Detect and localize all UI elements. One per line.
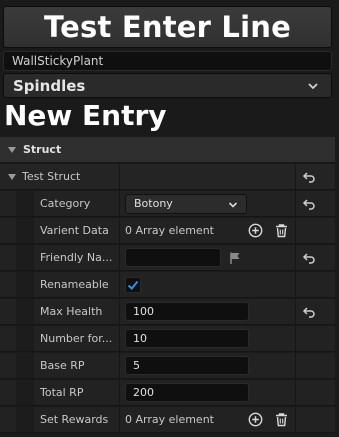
column-divider [295, 326, 296, 351]
indent-gutter [16, 245, 34, 270]
column-divider [295, 218, 296, 243]
property-label: Friendly Na... [40, 251, 113, 264]
column-divider [119, 245, 120, 270]
add-circle-icon[interactable] [248, 412, 263, 427]
reset-arrow-icon[interactable] [302, 170, 316, 184]
property-label: Total RP [40, 386, 84, 399]
property-label: Max Health [40, 305, 103, 318]
property-row-category: Category Botony [0, 191, 335, 217]
property-row-base-rp: Base RP 5 [0, 353, 335, 379]
column-divider [119, 272, 120, 297]
indent-gutter [16, 299, 34, 324]
property-row-max-health: Max Health 100 [0, 299, 335, 325]
add-circle-icon[interactable] [248, 223, 263, 238]
indent-gutter [16, 380, 34, 405]
column-divider [295, 164, 296, 189]
title-button[interactable]: Test Enter Line [3, 6, 332, 48]
array-count-text: 0 Array element [125, 413, 214, 426]
reset-arrow-icon[interactable] [302, 305, 316, 319]
indent-gutter [16, 407, 34, 432]
name-input[interactable]: WallStickyPlant [3, 51, 332, 71]
column-divider [119, 353, 120, 378]
property-row-total-rp: Total RP 200 [0, 380, 335, 406]
column-divider [295, 353, 296, 378]
column-divider [119, 380, 120, 405]
trash-icon[interactable] [274, 412, 289, 427]
type-combo-box[interactable]: Spindles [3, 73, 332, 98]
property-label: Number for... [40, 332, 113, 345]
section-label: Struct [23, 143, 62, 156]
details-panel: Struct Test Struct Category Botony Varie… [0, 137, 339, 437]
reset-arrow-icon[interactable] [302, 251, 316, 265]
struct-group-row[interactable]: Test Struct [0, 164, 335, 190]
combo-selected-label: Spindles [13, 76, 86, 95]
property-row-set-rewards: Set Rewards 0 Array element [0, 407, 335, 433]
indent-gutter [16, 272, 34, 297]
property-row-friendly-name: Friendly Na... [0, 245, 335, 271]
trash-icon[interactable] [274, 223, 289, 238]
page-heading: New Entry [4, 99, 167, 132]
flag-icon[interactable] [228, 251, 242, 265]
column-divider [295, 407, 296, 432]
category-dropdown[interactable]: Botony [125, 194, 247, 214]
number-for-input[interactable]: 10 [125, 329, 249, 348]
total-rp-input[interactable]: 200 [125, 383, 249, 402]
column-divider [295, 191, 296, 216]
checkmark-icon [127, 280, 139, 290]
section-header-struct[interactable]: Struct [0, 137, 335, 163]
property-row-varient-data: Varient Data 0 Array element [0, 218, 335, 244]
chevron-down-icon [308, 83, 318, 90]
column-divider [119, 218, 120, 243]
property-row-number-for: Number for... 10 [0, 326, 335, 352]
column-divider [295, 299, 296, 324]
renameable-checkbox[interactable] [125, 277, 141, 293]
property-label: Varient Data [40, 224, 109, 237]
max-health-input[interactable]: 100 [125, 302, 249, 321]
collapse-triangle-icon[interactable] [8, 174, 16, 180]
indent-gutter [16, 353, 34, 378]
dropdown-selected-label: Botony [134, 197, 173, 210]
column-divider [295, 272, 296, 297]
friendly-name-input[interactable] [125, 248, 221, 267]
property-label: Set Rewards [40, 413, 109, 426]
reset-arrow-icon[interactable] [302, 197, 316, 211]
indent-gutter [16, 218, 34, 243]
column-divider [295, 245, 296, 270]
property-label: Base RP [40, 359, 85, 372]
column-divider [119, 326, 120, 351]
indent-gutter [16, 326, 34, 351]
column-divider [119, 407, 120, 432]
column-divider [119, 191, 120, 216]
column-divider [119, 164, 120, 189]
group-label: Test Struct [22, 170, 81, 183]
chevron-down-icon [228, 202, 238, 208]
column-divider [295, 380, 296, 405]
property-label: Category [40, 197, 91, 210]
property-label: Renameable [40, 278, 109, 291]
base-rp-input[interactable]: 5 [125, 356, 249, 375]
collapse-triangle-icon[interactable] [8, 146, 16, 153]
column-divider [119, 299, 120, 324]
array-count-text: 0 Array element [125, 224, 214, 237]
indent-gutter [16, 191, 34, 216]
property-row-renameable: Renameable [0, 272, 335, 298]
